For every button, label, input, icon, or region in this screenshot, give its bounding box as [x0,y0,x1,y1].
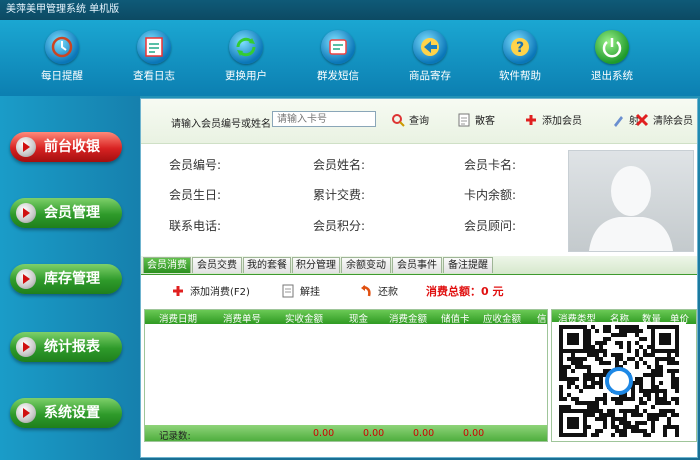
pen-icon [611,113,625,127]
grid-column-header: 信 [537,314,547,325]
alarm-icon [45,30,79,64]
suspend-button[interactable]: 解挂 [281,283,320,298]
footer-received-total: 0.00 [313,428,335,439]
sidebar-item-reports[interactable]: 统计报表 [10,332,122,362]
sidebar-item-settings[interactable]: 系统设置 [10,398,122,428]
grid-column-header: 储值卡 [441,314,470,325]
toolbar-storage-button[interactable]: 商品寄存 [390,26,470,90]
play-icon [16,269,36,289]
consumption-actions: 添加消费(F2) 解挂 还款 消费总额：0 元 [141,275,697,305]
toolbar-label: 商品寄存 [409,70,451,82]
consumption-total: 消费总额：0 元 [426,285,504,298]
qr-code [552,322,686,440]
sidebar-item-inventory[interactable]: 库存管理 [10,264,122,294]
document-icon [281,284,295,298]
member-phone-label: 联系电话: [169,219,222,233]
title-bar: 美萍美甲管理系统 单机版 [0,0,700,20]
member-card-label: 会员卡名: [464,158,517,172]
help-icon: ? [503,30,537,64]
add-member-button[interactable]: 添加会员 [524,113,582,129]
plus-icon [171,284,185,298]
grid-column-header: 实收金额 [285,314,324,325]
sidebar-item-label: 前台收银 [44,139,100,155]
card-number-input[interactable] [272,111,376,127]
member-tabs: 会员消费 会员交费 我的套餐 积分管理 余额变动 会员事件 备注提醒 [141,256,697,275]
record-count-label: 记录数: [159,431,191,442]
grid-column-header: 现金 [349,314,369,325]
member-advisor-label: 会员顾问: [464,219,517,233]
play-icon [16,337,36,357]
member-name-label: 会员姓名: [313,158,366,172]
consumption-grid[interactable]: 消费日期 消费单号 实收金额 现金 消费金额 储值卡 应收金额 信 记录数: 0… [144,309,548,442]
log-icon [137,30,171,64]
walkin-button[interactable]: 散客 [457,113,495,129]
toolbar-daily-reminder-button[interactable]: 每日提醒 [22,26,102,90]
toolbar-switch-user-button[interactable]: 更换用户 [206,26,286,90]
grid-footer: 记录数: 0.00 0.00 0.00 0.00 [145,425,547,442]
tab-consumption[interactable]: 会员消费 [143,257,191,273]
toolbar-exit-button[interactable]: 退出系统 [572,26,652,90]
sidebar-item-label: 库存管理 [44,271,100,287]
toolbar-label: 软件帮助 [499,70,541,82]
footer-cash-total: 0.00 [363,428,385,439]
member-search-bar: 请输入会员编号或姓名: 查询 散客 添加会员 射 清除会员 [141,99,697,144]
add-consumption-button[interactable]: 添加消费(F2) [171,283,250,298]
member-birthday-label: 会员生日: [169,188,222,202]
sms-icon [321,30,355,64]
play-icon [16,403,36,423]
app-window: 美萍美甲管理系统 单机版 每日提醒 查看日志 更换用户 群发短信 商品寄存 ? … [0,0,700,460]
avatar-placeholder-icon [589,166,673,251]
tab-notes-reminder[interactable]: 备注提醒 [443,257,493,273]
grid-column-header: 消费单号 [223,314,262,325]
toolbar-view-log-button[interactable]: 查看日志 [114,26,194,90]
tab-my-package[interactable]: 我的套餐 [243,257,291,273]
query-button[interactable]: 查询 [391,113,429,129]
play-icon [16,137,36,157]
grid-column-header: 消费日期 [159,314,198,325]
grid-header: 消费日期 消费单号 实收金额 现金 消费金额 储值卡 应收金额 信 [145,310,547,325]
window-title: 美萍美甲管理系统 单机版 [6,4,120,15]
toolbar-label: 更换用户 [225,70,267,82]
tab-member-events[interactable]: 会员事件 [392,257,442,273]
sidebar-item-members[interactable]: 会员管理 [10,198,122,228]
member-total-paid-label: 累计交费: [313,188,366,202]
member-info-panel: 会员编号: 会员姓名: 会员卡名: 会员生日: 累计交费: 卡内余额: 联系电话… [141,144,697,256]
member-photo [568,150,694,252]
tab-points[interactable]: 积分管理 [292,257,340,273]
storage-icon [413,30,447,64]
document-icon [457,113,471,127]
switch-user-icon [229,30,263,64]
toolbar-group-sms-button[interactable]: 群发短信 [298,26,378,90]
member-id-label: 会员编号: [169,158,222,172]
tab-payment[interactable]: 会员交费 [192,257,242,273]
sidebar-item-cashier[interactable]: 前台收银 [10,132,122,162]
plus-icon [524,113,538,127]
toolbar-help-button[interactable]: ? 软件帮助 [480,26,560,90]
search-label: 请输入会员编号或姓名: [171,119,275,130]
main-toolbar: 每日提醒 查看日志 更换用户 群发短信 商品寄存 ? 软件帮助 退出系统 [0,20,700,96]
member-points-label: 会员积分: [313,219,366,233]
delete-icon [635,113,649,127]
toolbar-label: 查看日志 [133,70,175,82]
play-icon [16,203,36,223]
sidebar-item-label: 会员管理 [44,205,100,221]
footer-consume-total: 0.00 [413,428,435,439]
search-icon [391,113,405,127]
tab-balance-change[interactable]: 余额变动 [341,257,391,273]
repay-button[interactable]: 还款 [359,283,398,298]
clear-member-button[interactable]: 清除会员 [635,113,693,129]
sidebar-item-label: 统计报表 [44,339,100,355]
toolbar-label: 群发短信 [317,70,359,82]
toolbar-label: 退出系统 [591,70,633,82]
member-balance-label: 卡内余额: [464,188,517,202]
sidebar-item-label: 系统设置 [44,405,100,421]
grid-column-header: 消费金额 [389,314,428,325]
footer-card-total: 0.00 [463,428,485,439]
svg-text:?: ? [516,40,524,56]
toolbar-label: 每日提醒 [41,70,83,82]
power-icon [595,30,629,64]
return-arrow-icon [359,284,373,298]
grid-column-header: 应收金额 [483,314,522,325]
sidebar: 前台收银 会员管理 库存管理 统计报表 系统设置 [0,96,140,460]
